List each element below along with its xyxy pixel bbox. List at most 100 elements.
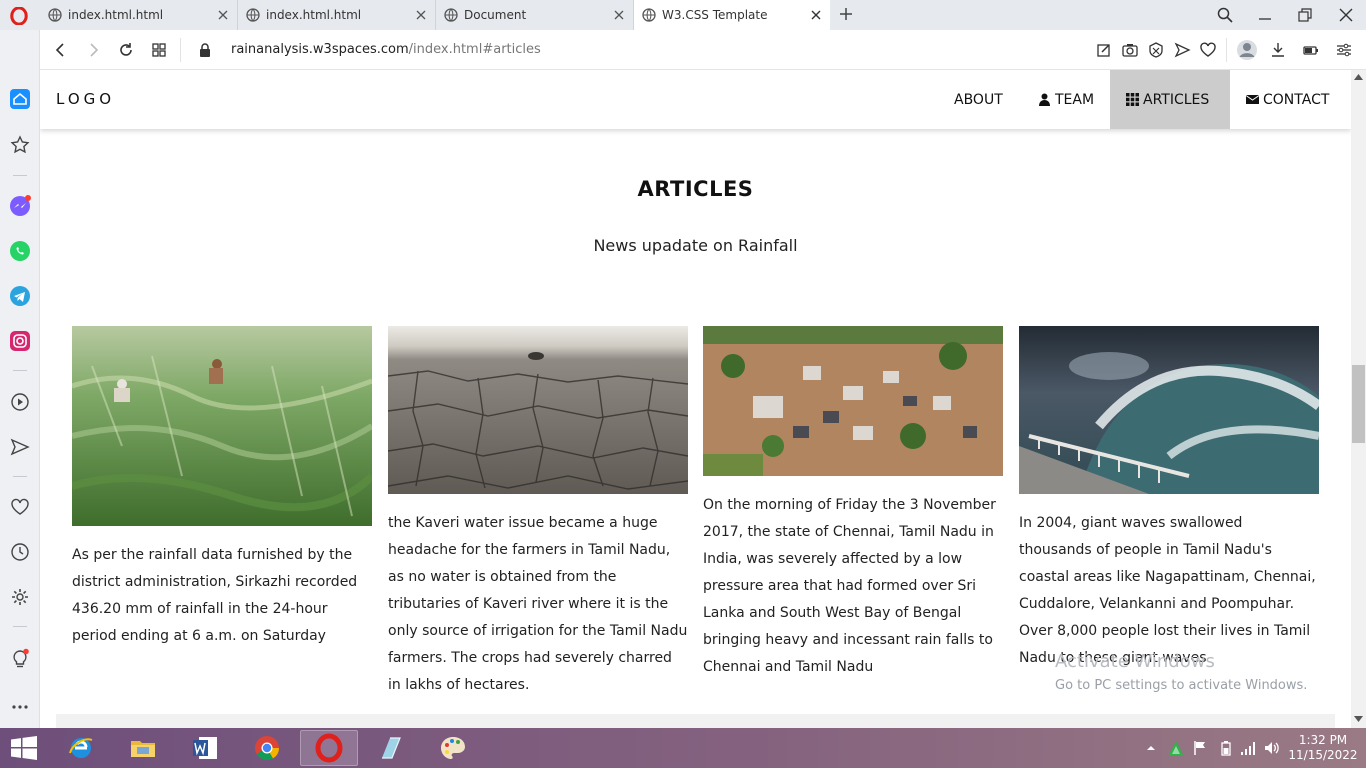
nav-team[interactable]: TEAM <box>1022 70 1110 129</box>
cracked-dry-riverbed-photo <box>388 326 688 494</box>
site-logo[interactable]: LOGO <box>56 90 115 108</box>
heart-icon[interactable] <box>9 496 31 518</box>
close-tab-icon[interactable] <box>217 9 229 21</box>
article-text: In 2004, giant waves swallowed thousands… <box>1019 515 1316 666</box>
network-status-icon[interactable] <box>1168 740 1184 756</box>
windows-start-icon[interactable] <box>10 736 38 760</box>
opera-menu-icon[interactable] <box>9 7 29 25</box>
player-icon[interactable] <box>9 391 31 413</box>
close-tab-icon[interactable] <box>613 9 625 21</box>
tab-title: index.html.html <box>68 8 164 22</box>
address-bar: rainanalysis.w3spaces.com/index.html#art… <box>40 30 1366 70</box>
flooded-town-aerial-photo <box>703 326 1003 476</box>
ad-block-icon[interactable] <box>1147 41 1165 59</box>
browser-tab-active[interactable]: W3.CSS Template <box>634 0 830 30</box>
url-host: rainanalysis.w3spaces.com <box>231 42 409 57</box>
browser-tab-strip: index.html.html index.html.html Document… <box>0 0 1366 30</box>
taskbar-paint[interactable] <box>424 730 482 766</box>
instagram-icon[interactable] <box>9 330 31 352</box>
scrollbar-thumb[interactable] <box>1352 365 1365 443</box>
scroll-up-icon[interactable] <box>1354 73 1363 80</box>
more-icon[interactable] <box>9 696 31 718</box>
article-text: As per the rainfall data furnished by th… <box>72 547 358 644</box>
browser-tab[interactable]: index.html.html <box>238 0 436 30</box>
close-tab-icon[interactable] <box>810 9 822 21</box>
close-tab-icon[interactable] <box>415 9 427 21</box>
opera-icon <box>315 733 343 763</box>
signal-strength-icon[interactable] <box>1240 740 1256 756</box>
nav-team-label: TEAM <box>1055 91 1095 108</box>
article-card: On the morning of Friday the 3 November … <box>703 326 1003 681</box>
nav-contact[interactable]: CONTACT <box>1230 70 1345 129</box>
chrome-icon <box>255 736 279 761</box>
taskbar-chrome[interactable] <box>238 730 296 766</box>
bookmark-heart-icon[interactable] <box>1199 41 1217 59</box>
article-card: the Kaveri water issue became a huge hea… <box>388 326 688 699</box>
send-page-icon[interactable] <box>1173 41 1191 59</box>
nav-about[interactable]: ABOUT <box>938 70 1019 129</box>
article-card: As per the rainfall data furnished by th… <box>72 326 372 650</box>
envelope-icon <box>1246 95 1259 104</box>
star-icon[interactable] <box>9 134 31 156</box>
tab-grid-icon[interactable] <box>150 41 168 59</box>
watermark-line1: Activate Windows <box>1055 651 1215 672</box>
profile-avatar-icon[interactable] <box>1236 39 1258 61</box>
url-path: /index.html#articles <box>408 42 541 57</box>
battery-saver-icon[interactable] <box>1302 41 1320 59</box>
search-tabs-icon[interactable] <box>1216 6 1234 24</box>
flattened-paddy-field-photo <box>72 326 372 526</box>
settings-icon[interactable] <box>9 586 31 608</box>
action-center-flag-icon[interactable] <box>1192 740 1208 756</box>
articles-heading: ARTICLES <box>637 177 754 201</box>
reload-icon[interactable] <box>117 41 135 59</box>
articles-subtitle: News upadate on Rainfall <box>593 236 798 255</box>
globe-icon <box>246 8 260 22</box>
nav-contact-label: CONTACT <box>1263 91 1330 108</box>
tab-title: Document <box>464 8 527 22</box>
close-window-icon[interactable] <box>1337 6 1355 24</box>
new-tab-icon[interactable] <box>838 6 854 22</box>
site-navbar: LOGO ABOUT TEAM ARTICLES CONTACT <box>40 70 1351 129</box>
easy-setup-icon[interactable] <box>1335 41 1353 59</box>
internet-explorer-icon <box>69 738 93 758</box>
url-field[interactable]: rainanalysis.w3spaces.com/index.html#art… <box>231 42 541 57</box>
messenger-icon[interactable] <box>9 195 31 217</box>
browser-tab[interactable]: Document <box>436 0 634 30</box>
taskbar-file-explorer[interactable] <box>114 730 172 766</box>
page-viewport: LOGO ABOUT TEAM ARTICLES CONTACT ARTICLE… <box>40 70 1351 728</box>
taskbar-opera[interactable] <box>300 730 358 766</box>
restore-icon[interactable] <box>1296 6 1314 24</box>
snapshot-edit-icon[interactable] <box>1095 41 1113 59</box>
browser-tab[interactable]: index.html.html <box>40 0 238 30</box>
volume-icon[interactable] <box>1264 740 1280 756</box>
minimize-icon[interactable] <box>1256 6 1274 24</box>
user-icon <box>1039 93 1050 106</box>
whatsapp-icon[interactable] <box>9 240 31 262</box>
lock-icon[interactable] <box>198 42 212 58</box>
nav-articles[interactable]: ARTICLES <box>1110 70 1230 129</box>
globe-icon <box>48 8 62 22</box>
camera-icon[interactable] <box>1121 41 1139 59</box>
taskbar-app[interactable] <box>362 730 420 766</box>
telegram-icon[interactable] <box>9 285 31 307</box>
activate-windows-watermark: Activate Windows Go to PC settings to ac… <box>1055 651 1307 693</box>
scroll-down-icon[interactable] <box>1354 716 1363 723</box>
article-card: In 2004, giant waves swallowed thousands… <box>1019 326 1319 672</box>
clock-time: 1:32 PM <box>1298 733 1348 747</box>
history-icon[interactable] <box>9 541 31 563</box>
show-hidden-icons-icon[interactable] <box>1146 740 1156 756</box>
paint-icon <box>441 737 465 759</box>
nav-about-label: ABOUT <box>954 91 1003 108</box>
battery-icon[interactable] <box>1218 740 1234 756</box>
taskbar-word[interactable] <box>176 730 234 766</box>
opera-sidebar <box>0 30 40 728</box>
download-icon[interactable] <box>1269 41 1287 59</box>
home-icon[interactable] <box>9 88 31 110</box>
word-icon <box>193 737 217 759</box>
send-icon[interactable] <box>9 436 31 458</box>
lightbulb-icon[interactable] <box>9 648 31 670</box>
forward-icon[interactable] <box>84 41 102 59</box>
taskbar-internet-explorer[interactable] <box>52 730 110 766</box>
system-clock[interactable]: 1:32 PM 11/15/2022 <box>1288 733 1358 763</box>
back-icon[interactable] <box>52 41 70 59</box>
